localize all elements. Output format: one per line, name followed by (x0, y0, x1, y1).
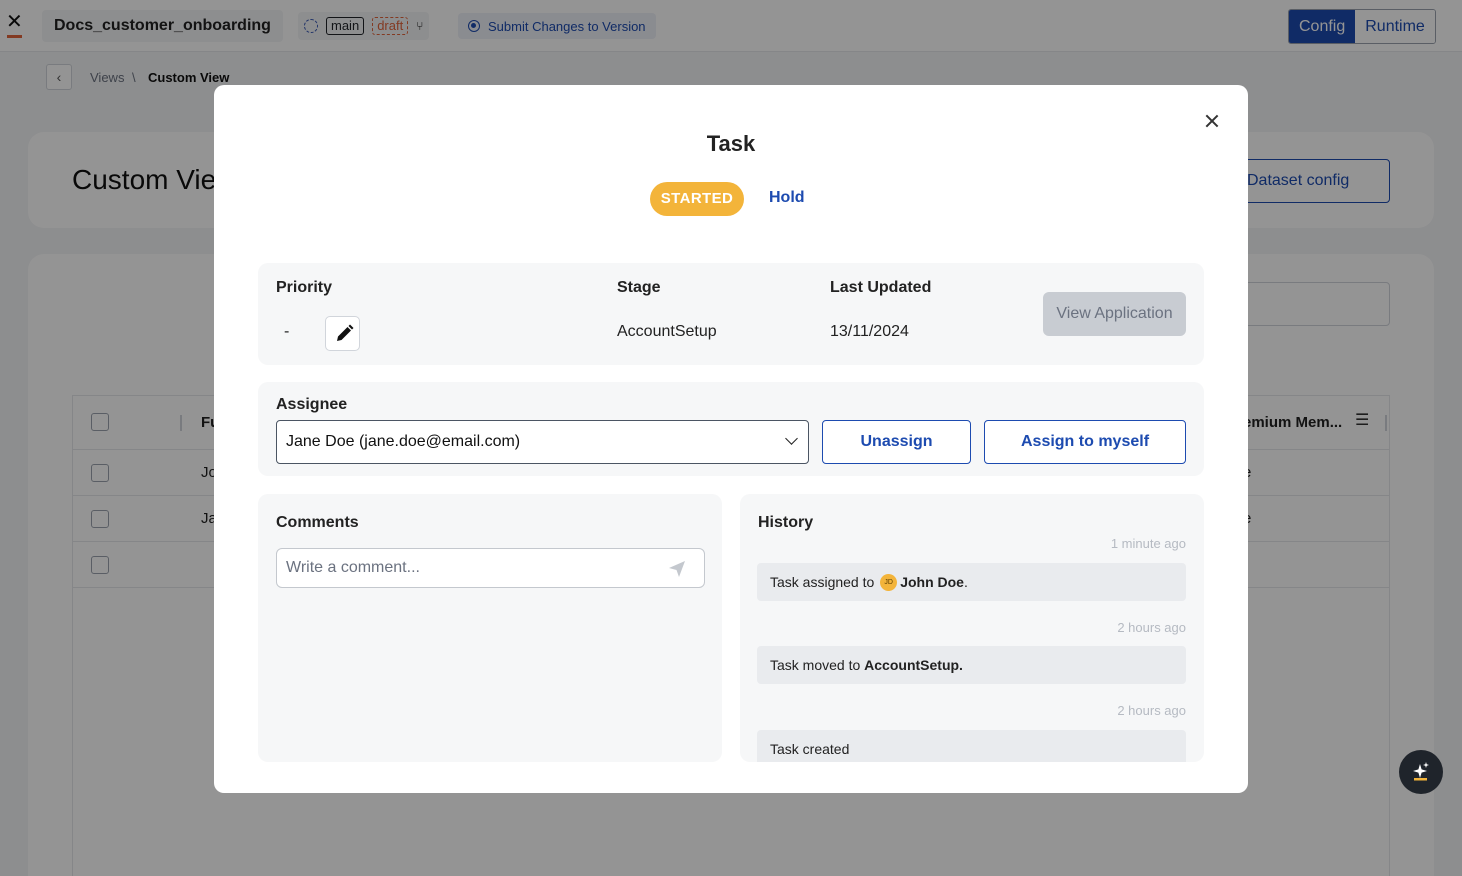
priority-label: Priority (276, 279, 333, 296)
task-info-panel: Priority - Stage AccountSetup Last Updat… (258, 263, 1204, 365)
comments-label: Comments (276, 514, 359, 531)
chevron-down-icon (785, 432, 798, 445)
comment-input[interactable]: Write a comment... (276, 548, 705, 588)
priority-value: - (284, 323, 290, 340)
avatar: JD (880, 573, 898, 591)
history-timestamp: 2 hours ago (1117, 620, 1186, 635)
history-user: John Doe (900, 574, 964, 590)
last-updated-value: 13/11/2024 (830, 323, 909, 340)
send-icon[interactable] (668, 560, 686, 578)
history-text: Task created (770, 741, 850, 757)
history-panel: History 1 minute ago Task assigned to JD… (740, 494, 1204, 762)
history-text: Task moved to (770, 657, 861, 673)
assign-to-myself-button[interactable]: Assign to myself (984, 420, 1186, 464)
history-timestamp: 1 minute ago (1110, 536, 1186, 551)
hold-link[interactable]: Hold (769, 189, 805, 207)
assignee-panel: Assignee Jane Doe (jane.doe@email.com) U… (258, 382, 1204, 476)
history-item: Task created (757, 730, 1186, 762)
stage-label: Stage (617, 279, 661, 296)
close-icon[interactable] (1200, 109, 1224, 133)
comments-panel: Comments Write a comment... (258, 494, 722, 762)
history-timestamp: 2 hours ago (1117, 703, 1186, 718)
stage-value: AccountSetup (617, 323, 717, 340)
view-application-button[interactable]: View Application (1043, 292, 1186, 336)
modal-title: Task (706, 131, 756, 156)
history-label: History (758, 514, 814, 531)
ai-assistant-button[interactable] (1399, 750, 1443, 794)
history-stage: AccountSetup. (864, 657, 963, 673)
unassign-button[interactable]: Unassign (822, 420, 971, 464)
pencil-icon (337, 324, 354, 341)
status-badge: STARTED (650, 182, 744, 216)
assignee-select[interactable]: Jane Doe (jane.doe@email.com) (276, 420, 809, 464)
history-suffix: . (963, 574, 968, 590)
sparkle-icon (1413, 762, 1429, 781)
history-text: Task assigned to (770, 574, 875, 590)
assignee-selected-value: Jane Doe (jane.doe@email.com) (286, 433, 521, 450)
assignee-label: Assignee (276, 396, 348, 413)
task-modal: Task STARTED Hold Priority - Stage Accou… (214, 85, 1248, 793)
last-updated-label: Last Updated (830, 279, 932, 296)
history-item: Task assigned to JD John Doe. (757, 563, 1186, 601)
comment-placeholder: Write a comment... (286, 559, 420, 576)
history-item: Task moved to AccountSetup. (757, 646, 1186, 684)
edit-priority-button[interactable] (325, 316, 360, 351)
